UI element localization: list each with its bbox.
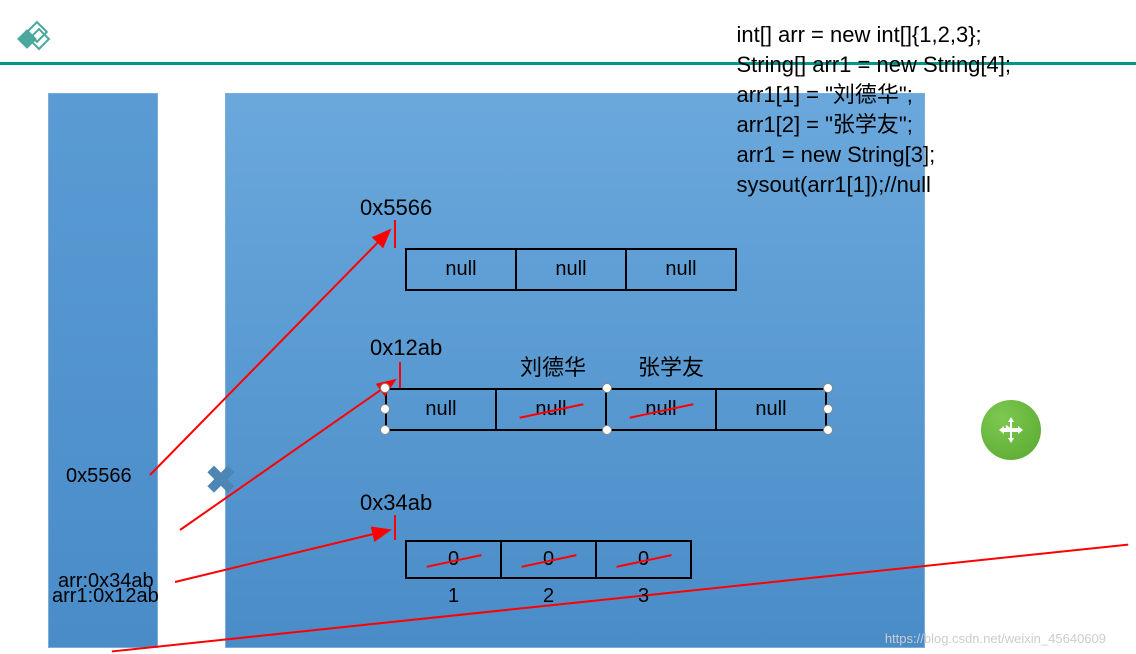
code-line: arr1[2] = "张学友"; [736, 112, 912, 137]
code-line: String[] arr1 = new String[4]; [736, 52, 1011, 77]
watermark-text: https://blog.csdn.net/weixin_45640609 [885, 631, 1106, 646]
code-line: arr1[1] = "刘德华"; [736, 82, 912, 107]
array-cell: null [626, 249, 736, 290]
selection-handle[interactable] [380, 383, 390, 393]
stack-label-arr: arr:0x34ab [58, 570, 154, 593]
address-label-34ab: 0x34ab [360, 490, 432, 516]
array-cell: null [386, 389, 496, 430]
smudge-overlay [991, 15, 1121, 55]
selection-handle[interactable] [602, 383, 612, 393]
selection-handle[interactable] [823, 404, 833, 414]
array-cell: null [716, 389, 826, 430]
overlay-label-liudehua: 刘德华 [520, 350, 586, 382]
array-cell-struck: 0 [406, 541, 501, 578]
address-label-5566: 0x5566 [360, 195, 432, 221]
address-label-12ab: 0x12ab [370, 335, 442, 361]
selection-handle[interactable] [602, 425, 612, 435]
array-34ab: 0 0 0 1 2 3 [405, 540, 692, 614]
code-line: sysout(arr1[1]);//null [736, 172, 930, 197]
array-cell-struck: 0 [501, 541, 596, 578]
selection-handle[interactable] [380, 404, 390, 414]
array-cell-struck: null [496, 389, 606, 430]
array-index: 2 [501, 578, 596, 614]
stack-label-5566: 0x5566 [66, 465, 132, 488]
selection-handle[interactable] [823, 425, 833, 435]
array-index: 1 [406, 578, 501, 614]
array-5566: null null null [405, 248, 737, 291]
array-index: 3 [596, 578, 691, 614]
array-cell-struck: null [606, 389, 716, 430]
code-block: int[] arr = new int[]{1,2,3}; String[] a… [736, 20, 1011, 200]
stack-memory-box [48, 93, 158, 648]
move-cursor-badge[interactable] [981, 400, 1041, 460]
overlay-label-zhangxueyou: 张学友 [638, 350, 704, 382]
close-icon[interactable]: ✖ [205, 458, 237, 503]
array-cell: null [406, 249, 516, 290]
selection-handle[interactable] [380, 425, 390, 435]
array-cell: null [516, 249, 626, 290]
selection-handle[interactable] [823, 383, 833, 393]
code-line: int[] arr = new int[]{1,2,3}; [736, 22, 981, 47]
logo-icon [12, 18, 52, 63]
code-line: arr1 = new String[3]; [736, 142, 935, 167]
array-cell-struck: 0 [596, 541, 691, 578]
